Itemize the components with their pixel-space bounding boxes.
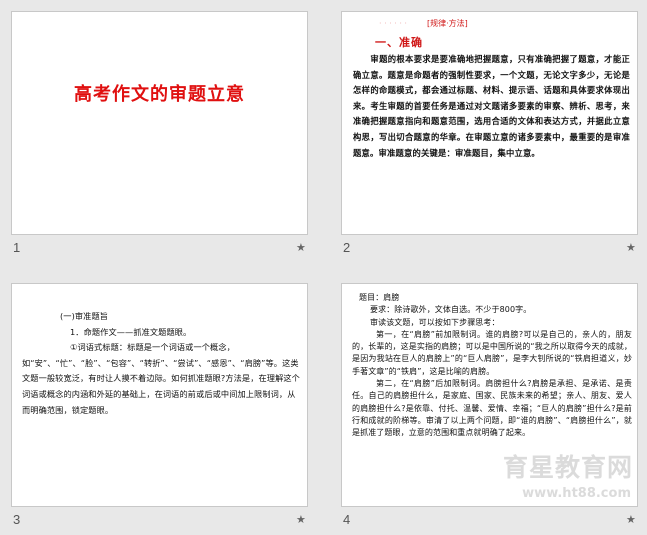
slide-2-animation-star-icon: ★ <box>626 241 636 254</box>
slide-3-body: (一)审准题旨 1．命题作文——抓准文题题眼。 ①词语式标题：标题是一个词语或一… <box>22 309 300 418</box>
watermark-url: www.ht88.com <box>522 486 631 501</box>
slide-4-animation-star-icon: ★ <box>626 513 636 526</box>
slide-3-line-2: 1．命题作文——抓准文题题眼。 <box>70 326 192 337</box>
slide-1-title: 高考作文的审题立意 <box>74 84 245 105</box>
watermark-logo: 育星教育网 <box>502 453 633 482</box>
slide-2-thumbnail[interactable]: · · · · · · [规律·方法] 一、准确 审题的根本要求是要准确地把握题意… <box>341 11 638 235</box>
slide-2-subtitle: 一、准确 <box>375 36 423 49</box>
slide-3-animation-star-icon: ★ <box>296 513 306 526</box>
slide-4-line-2: 要求：除诗歌外，文体自选。不少于800字。 <box>370 305 532 315</box>
slide-3-number: 3 <box>13 512 21 527</box>
slide-2-header: · · · · · · [规律·方法] <box>379 18 468 29</box>
slide-2-header-prefix: · · · · · · <box>379 19 407 28</box>
slide-3-line-1: (一)审准题旨 <box>60 311 109 321</box>
slide-4-body: 题目：肩膀 要求：除诗歌外，文体自选。不少于800字。 审读该文题，可以按如下步… <box>352 292 632 440</box>
slide-4-paragraph-2: 第二，在“肩膀”后加限制词。肩膀担什么?肩膀是承担、是承诺、是责任。自己的肩膀担… <box>352 379 632 438</box>
slide-3-paragraph: ①词语式标题：标题是一个词语或一个概念，如“安”、“忙”、“脸”、“包容”、“转… <box>22 342 300 415</box>
slide-4-thumbnail[interactable]: 题目：肩膀 要求：除诗歌外，文体自选。不少于800字。 审读该文题，可以按如下步… <box>341 283 638 507</box>
slide-1-animation-star-icon: ★ <box>296 241 306 254</box>
slide-4-number: 4 <box>343 512 351 527</box>
slide-2-body: 审题的根本要求是要准确地把握题意，只有准确把握了题意，才能正确立意。题意是命题者… <box>353 54 630 158</box>
slide-1-thumbnail[interactable]: 高考作文的审题立意 <box>11 11 308 235</box>
slide-3-thumbnail[interactable]: (一)审准题旨 1．命题作文——抓准文题题眼。 ①词语式标题：标题是一个词语或一… <box>11 283 308 507</box>
slide-4-paragraph-1: 第一，在“肩膀”前加限制词。谁的肩膀?可以是自己的，亲人的，朋友的，长辈的，这是… <box>352 329 632 376</box>
slide-4-line-1: 题目：肩膀 <box>359 293 400 302</box>
slide-2-number: 2 <box>343 240 351 255</box>
slide-2-header-tag: [规律·方法] <box>426 19 468 28</box>
slide-4-line-3: 审读该文题，可以按如下步骤思考： <box>370 317 500 327</box>
slide-1-number: 1 <box>13 240 21 255</box>
